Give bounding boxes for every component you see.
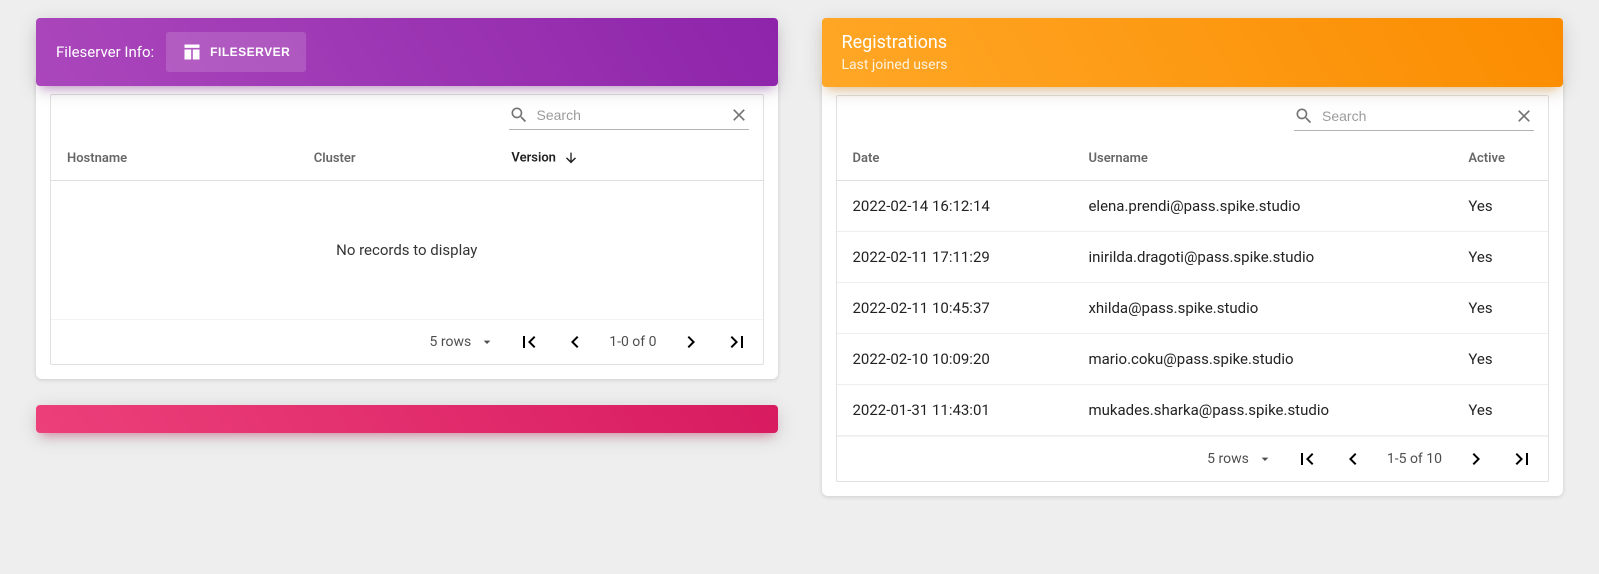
col-date[interactable]: Date	[837, 137, 1073, 181]
table-icon	[182, 42, 202, 62]
fileserver-search[interactable]	[509, 105, 749, 130]
rows-per-page-select[interactable]: 5 rows	[430, 334, 496, 350]
cell-username: elena.prendi@pass.spike.studio	[1072, 181, 1452, 232]
table-row[interactable]: 2022-02-10 10:09:20mario.coku@pass.spike…	[837, 334, 1549, 385]
dropdown-icon	[479, 334, 495, 350]
dropdown-icon	[1257, 451, 1273, 467]
cell-active: Yes	[1452, 181, 1548, 232]
rows-per-page-label: 5 rows	[430, 334, 472, 350]
next-page-button[interactable]	[1464, 447, 1488, 471]
fileserver-button-label: FILESERVER	[210, 45, 290, 59]
cell-username: mukades.sharka@pass.spike.studio	[1072, 385, 1452, 436]
fileserver-card: Fileserver Info: FILESERVER	[36, 18, 778, 433]
last-page-button[interactable]	[1510, 447, 1534, 471]
col-version-label: Version	[511, 150, 556, 165]
first-page-button[interactable]	[517, 330, 541, 354]
first-page-button[interactable]	[1295, 447, 1319, 471]
table-row[interactable]: 2022-02-11 10:45:37xhilda@pass.spike.stu…	[837, 283, 1549, 334]
prev-page-button[interactable]	[563, 330, 587, 354]
search-icon	[1294, 106, 1314, 126]
registrations-pager: 5 rows 1-5 of 10	[837, 436, 1549, 481]
col-hostname[interactable]: Hostname	[51, 136, 298, 181]
fileserver-search-input[interactable]	[537, 107, 721, 123]
registrations-title: Registrations	[842, 32, 1544, 53]
cell-username: mario.coku@pass.spike.studio	[1072, 334, 1452, 385]
prev-page-button[interactable]	[1341, 447, 1365, 471]
cell-date: 2022-02-11 10:45:37	[837, 283, 1073, 334]
fileserver-button[interactable]: FILESERVER	[166, 32, 306, 72]
sort-desc-icon	[563, 150, 579, 166]
clear-search-icon[interactable]	[1514, 106, 1534, 126]
next-page-button[interactable]	[679, 330, 703, 354]
registrations-card-header: Registrations Last joined users	[822, 18, 1564, 87]
registrations-table: Date Username Active 2022-02-14 16:12:14…	[837, 137, 1549, 436]
page-range: 1-0 of 0	[609, 334, 656, 350]
table-row[interactable]: 2022-02-14 16:12:14elena.prendi@pass.spi…	[837, 181, 1549, 232]
page-range: 1-5 of 10	[1387, 451, 1442, 467]
pink-card-header-stub	[36, 405, 778, 433]
col-cluster[interactable]: Cluster	[298, 136, 496, 181]
cell-username: xhilda@pass.spike.studio	[1072, 283, 1452, 334]
cell-active: Yes	[1452, 232, 1548, 283]
cell-active: Yes	[1452, 283, 1548, 334]
registrations-search-input[interactable]	[1322, 108, 1506, 124]
cell-active: Yes	[1452, 334, 1548, 385]
col-username[interactable]: Username	[1072, 137, 1452, 181]
cell-active: Yes	[1452, 385, 1548, 436]
cell-username: inirilda.dragoti@pass.spike.studio	[1072, 232, 1452, 283]
cell-date: 2022-02-14 16:12:14	[837, 181, 1073, 232]
fileserver-empty-message: No records to display	[51, 181, 763, 319]
col-version[interactable]: Version	[495, 136, 762, 181]
last-page-button[interactable]	[725, 330, 749, 354]
cell-date: 2022-01-31 11:43:01	[837, 385, 1073, 436]
fileserver-table: Hostname Cluster Version	[51, 136, 763, 181]
fileserver-pager: 5 rows 1-0 of 0	[51, 319, 763, 364]
registrations-panel: Date Username Active 2022-02-14 16:12:14…	[822, 75, 1564, 496]
table-row[interactable]: 2022-02-11 17:11:29inirilda.dragoti@pass…	[837, 232, 1549, 283]
fileserver-card-header: Fileserver Info: FILESERVER	[36, 18, 778, 86]
table-row[interactable]: 2022-01-31 11:43:01mukades.sharka@pass.s…	[837, 385, 1549, 436]
fileserver-title: Fileserver Info:	[56, 43, 154, 61]
registrations-subtitle: Last joined users	[842, 57, 1544, 73]
cell-date: 2022-02-10 10:09:20	[837, 334, 1073, 385]
clear-search-icon[interactable]	[729, 105, 749, 125]
registrations-search[interactable]	[1294, 106, 1534, 131]
rows-per-page-select[interactable]: 5 rows	[1207, 451, 1273, 467]
fileserver-panel: Hostname Cluster Version No records to d…	[36, 74, 778, 379]
search-icon	[509, 105, 529, 125]
col-active[interactable]: Active	[1452, 137, 1548, 181]
registrations-card: Registrations Last joined users	[822, 18, 1564, 496]
rows-per-page-label: 5 rows	[1207, 451, 1249, 467]
cell-date: 2022-02-11 17:11:29	[837, 232, 1073, 283]
